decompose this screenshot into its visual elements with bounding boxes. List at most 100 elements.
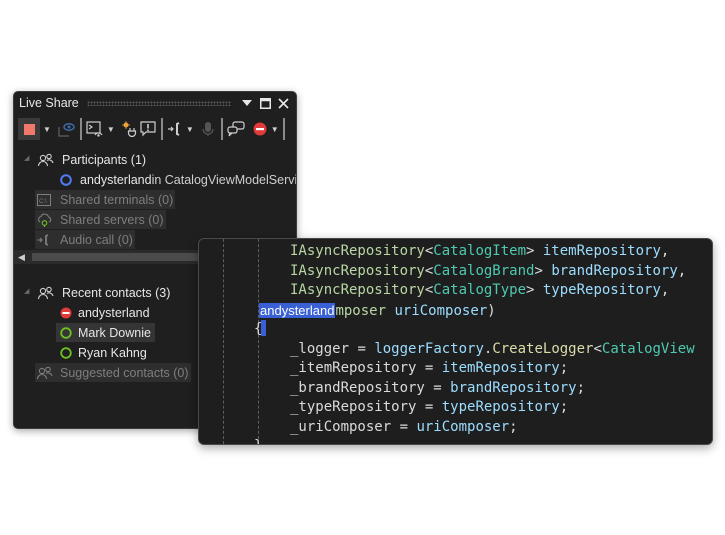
share-terminal-dropdown[interactable]: ▼ — [107, 125, 115, 134]
participant-name: andysterland — [80, 172, 152, 187]
suggested-contacts-node[interactable]: Suggested contacts (0) — [35, 363, 191, 382]
audio-call-label: Audio call (0) — [60, 232, 133, 247]
code-token: itemRepository — [441, 360, 560, 376]
code-token: ; — [576, 379, 586, 396]
audio-call-node[interactable]: Audio call (0) — [35, 230, 135, 249]
code-line[interactable]: _uriComposer = uriComposer; — [290, 418, 518, 438]
contact-name: andysterland — [78, 305, 150, 320]
focus-participants-button[interactable] — [57, 118, 75, 140]
cloud-server-icon — [38, 213, 52, 227]
terminal-icon: C:\ — [37, 193, 51, 206]
share-terminal-button[interactable] — [86, 118, 104, 140]
do-not-disturb-status-icon — [253, 122, 267, 136]
chevron-down-icon — [242, 100, 252, 106]
code-token: CatalogView — [601, 340, 695, 357]
contact-name: Ryan Kahng — [78, 345, 147, 360]
participant-item[interactable]: andysterland in CatalogViewModelService — [60, 170, 296, 189]
code-token: ; — [559, 399, 569, 415]
code-line[interactable]: IAsyncRepository<CatalogType> typeReposi… — [290, 281, 669, 301]
close-icon — [277, 97, 289, 109]
toolbar-separator — [220, 118, 223, 140]
end-session-dropdown[interactable]: ▼ — [43, 125, 51, 134]
people-icon — [38, 286, 54, 299]
code-token: < — [593, 340, 602, 357]
code-token: IAsyncRepository — [290, 243, 425, 259]
share-terminal-icon — [86, 121, 103, 137]
code-line[interactable]: IAsyncRepository<CatalogItem> itemReposi… — [290, 242, 669, 262]
live-share-toolbar: ▼ ▼ ▼ ▼ — [14, 116, 296, 142]
microphone-button[interactable] — [200, 118, 216, 140]
maximize-icon — [259, 97, 271, 109]
code-token: _brandRepository — [290, 379, 425, 396]
code-token: IAsyncRepository — [290, 262, 425, 279]
code-token: brandRepository — [450, 379, 577, 396]
code-editor[interactable]: IAsyncRepository<CatalogItem> itemReposi… — [198, 238, 713, 445]
remote-cursor-flag: andysterland — [259, 302, 336, 318]
report-feedback-icon — [140, 121, 156, 137]
remote-cursor-caret — [261, 320, 266, 336]
code-token: > — [526, 243, 543, 259]
report-feedback-button[interactable] — [140, 118, 156, 140]
code-token: ; — [559, 360, 569, 376]
recent-contacts-node[interactable]: Recent contacts (3) — [38, 283, 170, 302]
indent-guide — [258, 239, 259, 444]
contact-item[interactable]: andysterland — [60, 303, 150, 322]
audio-call-icon — [37, 233, 49, 246]
status-dropdown[interactable]: ▼ — [271, 125, 279, 134]
code-token: uriComposer — [416, 418, 510, 435]
participants-node[interactable]: Participants (1) — [38, 150, 146, 169]
code-token: , — [660, 243, 670, 259]
share-server-button[interactable] — [121, 118, 137, 140]
available-status-icon — [60, 173, 72, 186]
window-position-dropdown-button[interactable] — [239, 95, 255, 111]
code-line[interactable]: andysterlandmposer uriComposer) — [259, 301, 496, 321]
code-token: CreateLogger — [492, 340, 594, 357]
code-line[interactable]: _typeRepository = typeRepository; — [290, 398, 568, 418]
code-token: brandRepository — [551, 262, 678, 279]
code-token: uriComposer — [394, 302, 488, 319]
panel-title: Live Share — [19, 96, 79, 110]
code-token: = — [416, 399, 442, 415]
code-line[interactable]: _logger = loggerFactory.CreateLogger<Cat… — [290, 340, 695, 360]
code-token: _itemRepository — [290, 360, 417, 376]
shared-servers-node[interactable]: Shared servers (0) — [35, 210, 166, 229]
available-status-icon — [60, 326, 72, 339]
participants-label: Participants (1) — [62, 152, 147, 167]
svg-text:C:\: C:\ — [39, 199, 47, 205]
code-token: typeRepository — [441, 399, 560, 415]
scroll-left-icon[interactable]: ◀ — [18, 252, 25, 263]
indent-guide — [223, 239, 224, 444]
end-session-button[interactable] — [18, 118, 40, 140]
busy-status-icon — [60, 307, 72, 318]
start-audio-call-button[interactable] — [167, 118, 183, 140]
code-token: , — [677, 262, 687, 279]
code-token: > — [526, 282, 543, 298]
code-token: itemRepository — [542, 243, 661, 259]
maximize-button[interactable] — [257, 95, 273, 111]
toolbar-separator — [282, 118, 285, 140]
close-button[interactable] — [275, 95, 291, 111]
code-token: _typeRepository — [290, 399, 417, 415]
shared-servers-label: Shared servers (0) — [60, 212, 164, 227]
microphone-icon — [202, 122, 214, 136]
focus-participants-icon — [58, 123, 75, 137]
contact-item[interactable]: Ryan Kahng — [60, 343, 147, 362]
code-token: IAsyncRepository — [290, 282, 425, 298]
code-token: _logger — [290, 340, 350, 357]
code-line[interactable]: IAsyncRepository<CatalogBrand> brandRepo… — [290, 262, 686, 282]
participants-expander-icon[interactable]: ◢ — [24, 154, 29, 162]
code-token: = — [349, 340, 375, 357]
status-button[interactable] — [252, 118, 268, 140]
drag-grip[interactable] — [86, 100, 231, 106]
panel-titlebar[interactable]: Live Share — [14, 92, 296, 114]
audio-call-dropdown[interactable]: ▼ — [186, 125, 194, 134]
code-token: = — [416, 360, 442, 376]
recent-contacts-expander-icon[interactable]: ◢ — [24, 287, 29, 295]
shared-terminals-node[interactable]: C:\ Shared terminals (0) — [35, 190, 176, 209]
code-line[interactable]: } — [254, 437, 262, 444]
code-line[interactable]: _itemRepository = itemRepository; — [290, 359, 568, 379]
code-line[interactable]: _brandRepository = brandRepository; — [290, 379, 585, 399]
contact-item[interactable]: Mark Downie — [56, 323, 155, 342]
chat-button[interactable] — [227, 118, 245, 140]
available-status-icon — [60, 346, 72, 359]
